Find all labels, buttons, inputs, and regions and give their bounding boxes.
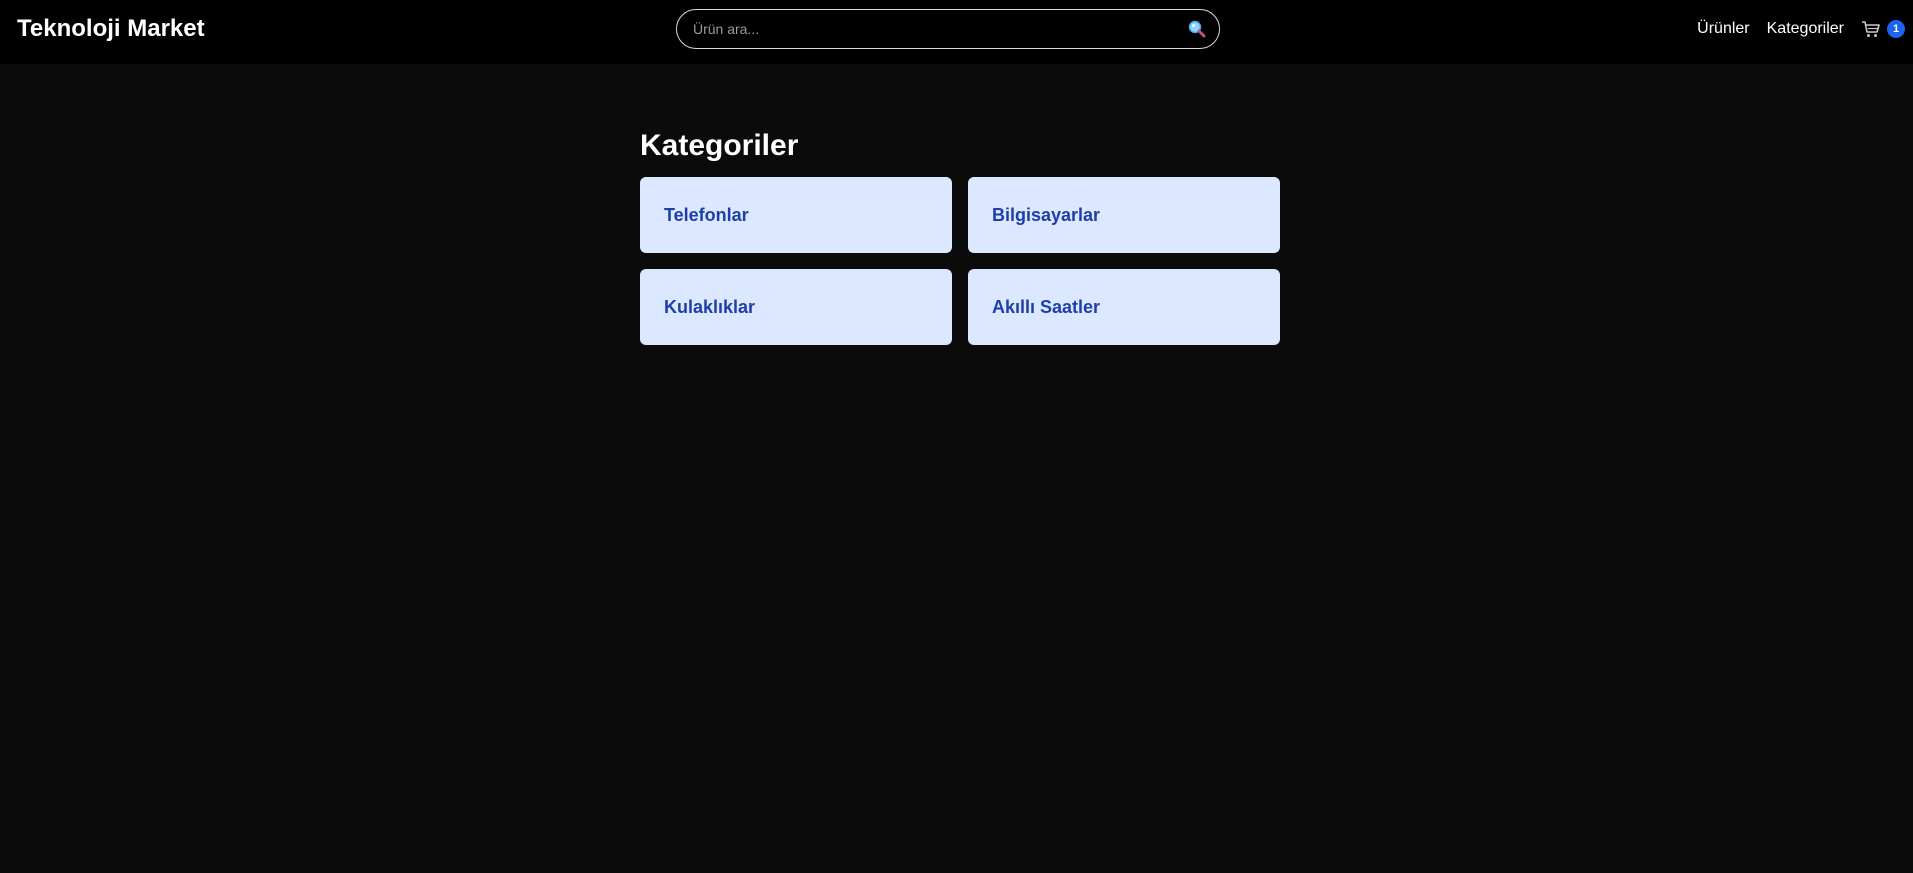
nav-link-products[interactable]: Ürünler (1697, 19, 1749, 39)
search-input[interactable] (693, 10, 1163, 48)
category-label: Telefonlar (664, 204, 749, 225)
search-icon[interactable] (1187, 19, 1207, 39)
page-title: Kategoriler (640, 129, 799, 162)
category-label: Akıllı Saatler (992, 296, 1101, 317)
nav-link-categories[interactable]: Kategoriler (1767, 19, 1844, 39)
cart-icon (1862, 20, 1880, 37)
category-card-telefonlar[interactable]: Telefonlar (640, 177, 952, 253)
brand-logo[interactable]: Teknoloji Market (17, 14, 205, 44)
cart-count-badge: 1 (1887, 19, 1905, 38)
category-card-kulakliklar[interactable]: Kulaklıklar (640, 269, 952, 345)
categories-section: Kategoriler Telefonlar Bilgisayarlar Kul… (640, 126, 1280, 345)
category-grid: Telefonlar Bilgisayarlar Kulaklıklar Akı… (640, 177, 1280, 345)
category-card-bilgisayarlar[interactable]: Bilgisayarlar (968, 177, 1280, 253)
main-nav: Ürünler Kategoriler 1 (1697, 0, 1913, 57)
top-navbar: Teknoloji Market Ürünler Kategoriler 1 (0, 0, 1913, 64)
category-label: Kulaklıklar (664, 296, 756, 317)
cart-button[interactable]: 1 (1861, 19, 1905, 38)
search-bar (676, 9, 1220, 49)
category-label: Bilgisayarlar (992, 204, 1101, 225)
category-card-akilli-saatler[interactable]: Akıllı Saatler (968, 269, 1280, 345)
